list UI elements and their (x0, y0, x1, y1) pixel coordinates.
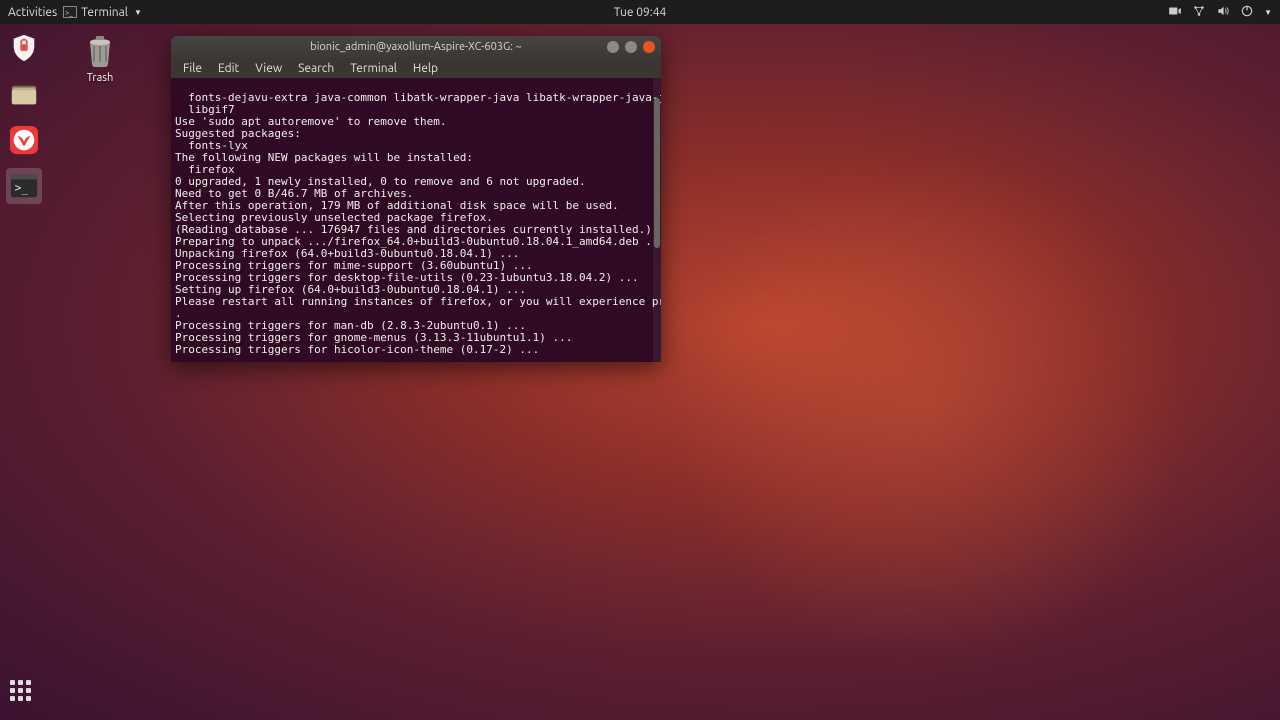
menu-view[interactable]: View (249, 61, 288, 76)
desktop-icon-label: Trash (68, 72, 132, 84)
clock[interactable]: Tue 09:44 (614, 6, 667, 19)
svg-text:>_: >_ (15, 182, 29, 195)
dock: >_ (0, 24, 48, 720)
terminal-output[interactable]: fonts-dejavu-extra java-common libatk-wr… (171, 78, 661, 362)
activities-button[interactable]: Activities (8, 6, 57, 19)
show-applications-button[interactable] (10, 680, 38, 708)
network-icon[interactable] (1192, 4, 1206, 21)
menubar: File Edit View Search Terminal Help (171, 58, 661, 78)
menu-file[interactable]: File (177, 61, 208, 76)
minimize-button[interactable] (607, 41, 619, 53)
trash-icon (80, 30, 120, 70)
dock-item-shield[interactable] (6, 30, 42, 66)
desktop-icon-trash[interactable]: Trash (68, 30, 132, 84)
chevron-down-icon: ▼ (134, 8, 142, 17)
chevron-down-icon[interactable]: ▼ (1264, 8, 1272, 17)
scrollbar-thumb[interactable] (654, 98, 660, 248)
screen-record-icon[interactable] (1168, 4, 1182, 21)
maximize-button[interactable] (625, 41, 637, 53)
close-button[interactable] (643, 41, 655, 53)
wallpaper-ornament (670, 150, 1190, 670)
dock-item-vivaldi[interactable] (6, 122, 42, 158)
dock-item-files[interactable] (6, 76, 42, 112)
dock-item-terminal[interactable]: >_ (6, 168, 42, 204)
app-menu[interactable]: Terminal ▼ (63, 6, 142, 19)
menu-terminal[interactable]: Terminal (344, 61, 403, 76)
volume-icon[interactable] (1216, 4, 1230, 21)
titlebar[interactable]: bionic_admin@yaxollum-Aspire-XC-603G: ~ (171, 36, 661, 58)
terminal-window: bionic_admin@yaxollum-Aspire-XC-603G: ~ … (171, 36, 661, 362)
app-menu-label: Terminal (81, 6, 128, 19)
menu-help[interactable]: Help (407, 61, 444, 76)
menu-edit[interactable]: Edit (212, 61, 245, 76)
terminal-icon (63, 6, 77, 18)
window-title: bionic_admin@yaxollum-Aspire-XC-603G: ~ (310, 41, 521, 53)
menu-search[interactable]: Search (292, 61, 340, 76)
terminal-scrollbar[interactable] (653, 78, 661, 362)
power-icon[interactable] (1240, 4, 1254, 21)
top-panel: Activities Terminal ▼ Tue 09:44 ▼ (0, 0, 1280, 24)
